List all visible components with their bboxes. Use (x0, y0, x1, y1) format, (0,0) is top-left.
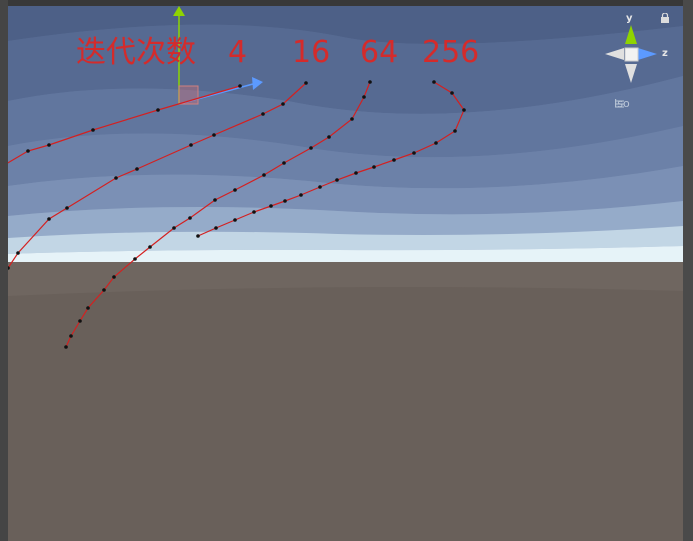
control-point[interactable] (262, 173, 266, 177)
control-point[interactable] (47, 217, 51, 221)
control-point[interactable] (252, 210, 256, 214)
control-point[interactable] (368, 80, 372, 84)
gizmo-y-label: y (626, 13, 633, 24)
control-point[interactable] (269, 204, 273, 208)
control-point[interactable] (318, 185, 322, 189)
control-point[interactable] (69, 334, 73, 338)
control-point[interactable] (26, 149, 30, 153)
control-point[interactable] (281, 102, 285, 106)
control-point[interactable] (362, 95, 366, 99)
iteration-count-4: 4 (228, 35, 248, 70)
control-point[interactable] (299, 193, 303, 197)
control-point[interactable] (282, 161, 286, 165)
control-point[interactable] (350, 117, 354, 121)
control-point[interactable] (309, 146, 313, 150)
control-point[interactable] (283, 199, 287, 203)
control-point[interactable] (354, 171, 358, 175)
control-point[interactable] (64, 345, 68, 349)
control-point[interactable] (114, 176, 118, 180)
control-point[interactable] (450, 91, 454, 95)
control-point[interactable] (392, 158, 396, 162)
iteration-count-16: 16 (292, 35, 331, 70)
control-point[interactable] (91, 128, 95, 132)
gizmo-z-label: z (662, 48, 668, 59)
lock-icon[interactable] (661, 13, 669, 23)
control-point[interactable] (327, 135, 331, 139)
control-point[interactable] (214, 226, 218, 230)
control-point[interactable] (453, 129, 457, 133)
control-point[interactable] (238, 84, 242, 88)
control-point[interactable] (233, 188, 237, 192)
left-panel-edge (0, 0, 8, 541)
control-point[interactable] (172, 226, 176, 230)
iteration-label: 迭代次数 (76, 35, 196, 70)
control-point[interactable] (372, 165, 376, 169)
control-point[interactable] (335, 178, 339, 182)
scene-canvas[interactable] (8, 6, 683, 541)
control-point[interactable] (156, 108, 160, 112)
control-point[interactable] (135, 167, 139, 171)
control-point[interactable] (188, 216, 192, 220)
control-point[interactable] (304, 81, 308, 85)
control-point[interactable] (133, 257, 137, 261)
view-mode-label[interactable]: Iso (614, 97, 630, 110)
control-point[interactable] (112, 275, 116, 279)
control-point[interactable] (196, 234, 200, 238)
iteration-count-64: 64 (360, 35, 399, 70)
control-point[interactable] (86, 306, 90, 310)
control-point[interactable] (233, 218, 237, 222)
iteration-count-256: 256 (422, 35, 480, 70)
scene-viewport[interactable] (8, 6, 683, 541)
control-point[interactable] (212, 133, 216, 137)
control-point[interactable] (148, 245, 152, 249)
control-point[interactable] (462, 108, 466, 112)
control-point[interactable] (261, 112, 265, 116)
ground-plane (8, 262, 683, 541)
control-point[interactable] (102, 288, 106, 292)
control-point[interactable] (213, 198, 217, 202)
control-point[interactable] (412, 151, 416, 155)
control-point[interactable] (432, 80, 436, 84)
right-panel-edge[interactable] (683, 0, 693, 541)
control-point[interactable] (65, 206, 69, 210)
control-point[interactable] (78, 319, 82, 323)
control-point[interactable] (47, 143, 51, 147)
control-point[interactable] (16, 251, 20, 255)
control-point[interactable] (434, 141, 438, 145)
control-point[interactable] (189, 143, 193, 147)
